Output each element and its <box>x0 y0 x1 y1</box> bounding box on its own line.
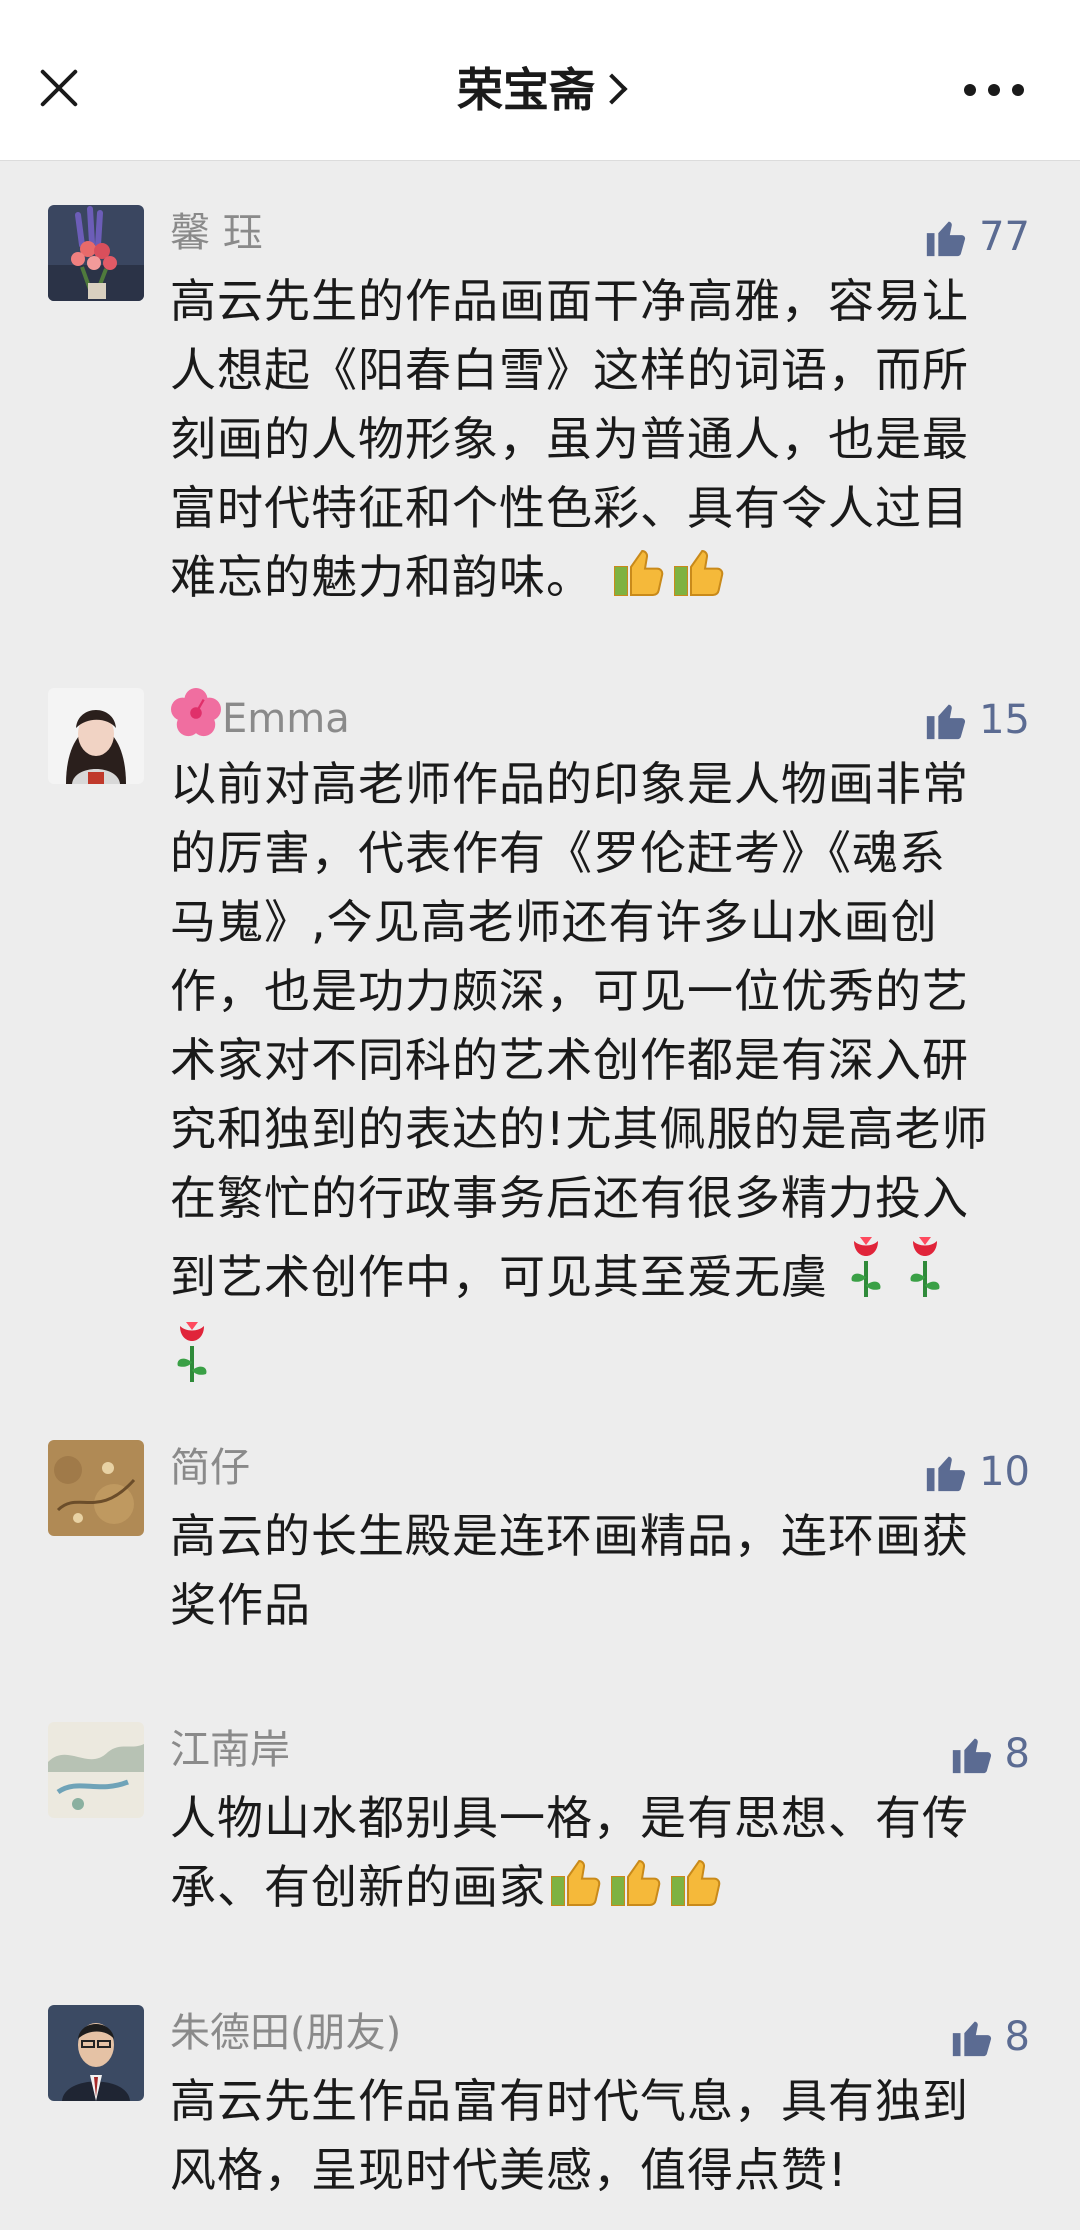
top-bar: 荣宝斋 <box>0 0 1080 161</box>
thumbs-up-emoji <box>606 1853 666 1928</box>
thumbs-up-emoji <box>609 543 669 618</box>
like-button[interactable]: 8 <box>949 2009 1030 2065</box>
thumbs-up-icon <box>926 221 966 257</box>
thumbs-up-icon <box>926 704 966 740</box>
comment-text: 高云先生的作品画面干净高雅，容易让 人想起《阳春白雪》这样的词语，而所 刻画的人… <box>170 267 1040 618</box>
hibiscus-flower-icon <box>170 688 222 753</box>
like-button[interactable]: 77 <box>923 209 1030 265</box>
commenter-name-wrap[interactable]: Emma <box>170 688 350 753</box>
page-title: 荣宝斋 <box>457 63 595 117</box>
commenter-name[interactable]: 简仔 <box>170 1440 250 1496</box>
comment-body: 高云先生的作品画面干净高雅，容易让 人想起《阳春白雪》这样的词语，而所 刻画的人… <box>170 274 969 604</box>
thumbs-up-emoji <box>666 1853 726 1928</box>
page-title-link[interactable]: 荣宝斋 <box>457 63 628 117</box>
rose-emoji <box>844 1233 888 1318</box>
comment-text: 人物山水都别具一格，是有思想、有传 承、有创新的画家 <box>170 1784 1040 1928</box>
commenter-name[interactable]: 朱德田(朋友) <box>170 2005 401 2061</box>
like-button[interactable]: 10 <box>923 1444 1030 1500</box>
like-count: 77 <box>979 214 1030 260</box>
commenter-name[interactable]: 江南岸 <box>170 1722 290 1778</box>
more-options-icon[interactable] <box>964 82 1034 102</box>
rose-emoji <box>903 1233 947 1318</box>
like-button[interactable]: 8 <box>949 1726 1030 1782</box>
thumbs-up-icon <box>926 1456 966 1492</box>
like-count: 15 <box>979 697 1030 743</box>
commenter-name: Emma <box>222 696 350 742</box>
comment-text: 高云先生作品富有时代气息，具有独到 风格，呈现时代美感，值得点赞! <box>170 2074 969 2197</box>
like-count: 8 <box>1004 1731 1030 1777</box>
thumbs-up-icon <box>952 2021 991 2057</box>
like-count: 10 <box>979 1449 1030 1495</box>
commenter-name[interactable]: 馨 珏 <box>170 205 263 261</box>
like-count: 8 <box>1004 2014 1030 2060</box>
title-area: 荣宝斋 <box>0 55 1080 125</box>
chevron-right-icon <box>596 73 628 105</box>
avatar[interactable] <box>48 2005 144 2101</box>
avatar[interactable] <box>48 688 144 784</box>
avatar[interactable] <box>48 205 144 301</box>
rose-emoji <box>170 1318 214 1403</box>
thumbs-up-emoji <box>546 1853 606 1928</box>
like-button[interactable]: 15 <box>923 692 1030 748</box>
thumbs-up-icon <box>952 1738 991 1774</box>
comment-body: 以前对高老师作品的印象是人物画非常 的厉害，代表作有《罗伦赶考》《魂系 马嵬》,… <box>170 757 989 1304</box>
thumbs-up-emoji <box>669 543 729 618</box>
comment-text: 高云的长生殿是连环画精品，连环画获 奖作品 <box>170 1509 969 1632</box>
avatar[interactable] <box>48 1722 144 1818</box>
comment-text: 以前对高老师作品的印象是人物画非常 的厉害，代表作有《罗伦赶考》《魂系 马嵬》,… <box>170 750 1040 1403</box>
avatar[interactable] <box>48 1440 144 1536</box>
